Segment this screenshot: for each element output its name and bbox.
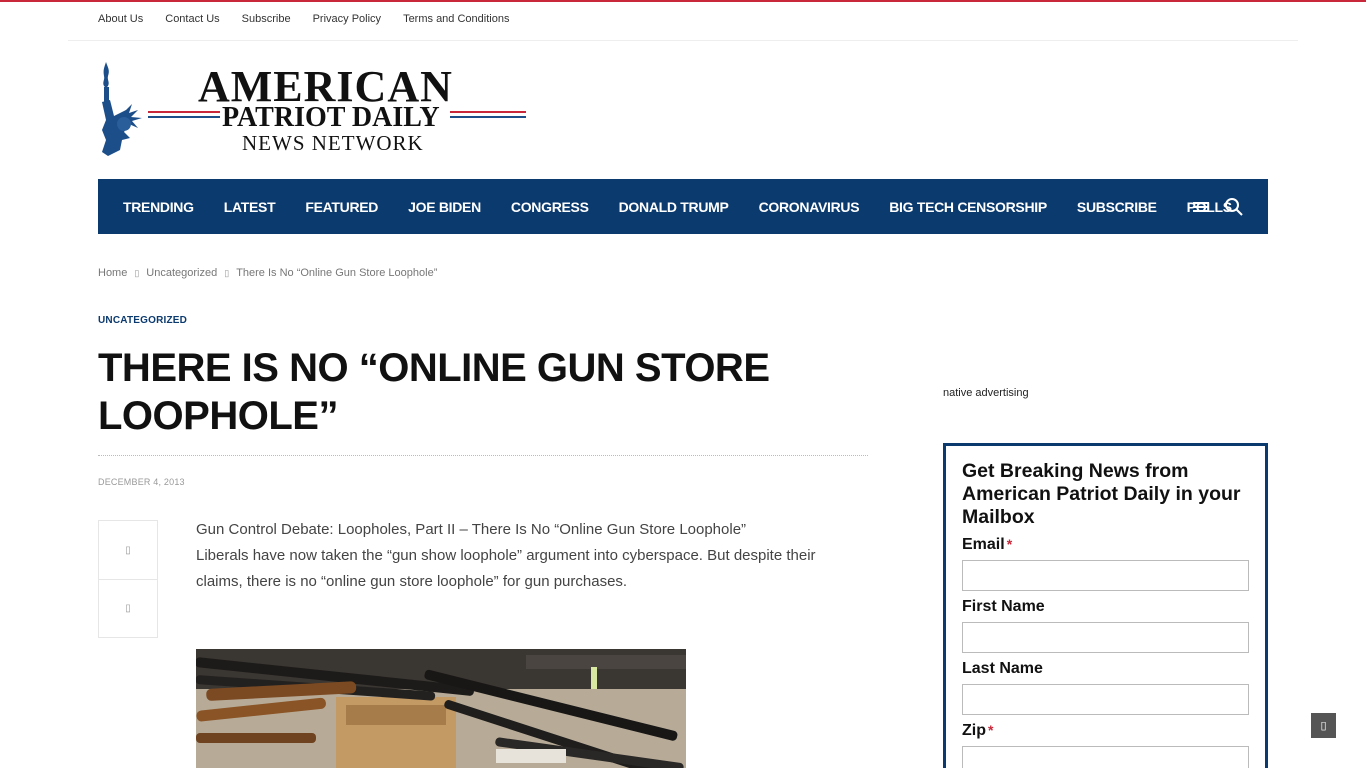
article-line-2: Liberals have now taken the “gun show lo… <box>196 547 816 590</box>
breadcrumb: Home ▯ Uncategorized ▯ There Is No “Onli… <box>98 267 437 279</box>
breadcrumb-separator-icon: ▯ <box>134 267 140 278</box>
native-advertising-label: native advertising <box>943 387 1029 399</box>
email-field[interactable] <box>962 560 1249 591</box>
required-mark: * <box>1006 536 1013 552</box>
article-date: DECEMBER 4, 2013 <box>98 477 185 487</box>
article-title: THERE IS NO “ONLINE GUN STORE LOOPHOLE” <box>98 346 770 438</box>
scroll-to-top-button[interactable]: ▯ <box>1311 713 1336 738</box>
nav-item-latest[interactable]: LATEST <box>224 199 276 215</box>
zip-field[interactable] <box>962 746 1249 768</box>
nav-item-coronavirus[interactable]: CORONAVIRUS <box>759 199 860 215</box>
share-button-2[interactable]: ▯ <box>99 579 157 637</box>
article-body: Gun Control Debate: Loopholes, Part II –… <box>196 517 856 595</box>
zip-label: Zip * <box>962 722 1265 740</box>
newsletter-signup-form: Get Breaking News from American Patriot … <box>943 443 1268 768</box>
breadcrumb-category[interactable]: Uncategorized <box>146 267 217 279</box>
share-button-1[interactable]: ▯ <box>99 521 157 579</box>
first-name-label: First Name <box>962 598 1045 615</box>
top-link-privacy[interactable]: Privacy Policy <box>313 13 381 25</box>
logo-stripe-red-right <box>450 111 526 113</box>
top-link-subscribe[interactable]: Subscribe <box>242 13 291 25</box>
required-mark: * <box>988 722 994 738</box>
article-line-1: Gun Control Debate: Loopholes, Part II –… <box>196 521 747 538</box>
main-nav-items: TRENDING LATEST FEATURED JOE BIDEN CONGR… <box>123 179 1262 234</box>
email-label-text: Email <box>962 536 1005 553</box>
article-category[interactable]: UNCATEGORIZED <box>98 315 187 326</box>
site-logo[interactable]: AMERICAN PATRIOT DAILY NEWS NETWORK <box>98 60 528 160</box>
top-link-about[interactable]: About Us <box>98 13 143 25</box>
nav-item-subscribe[interactable]: SUBSCRIBE <box>1077 199 1157 215</box>
email-label: Email * <box>962 536 1265 554</box>
logo-line-2: PATRIOT DAILY <box>222 102 440 133</box>
breadcrumb-home[interactable]: Home <box>98 267 127 279</box>
signup-heading: Get Breaking News from American Patriot … <box>962 460 1241 528</box>
share-buttons: ▯ ▯ <box>98 520 158 638</box>
nav-item-big-tech-censorship[interactable]: BIG TECH CENSORSHIP <box>889 199 1047 215</box>
hamburger-icon[interactable] <box>1190 196 1212 218</box>
last-name-label: Last Name <box>962 660 1043 677</box>
nav-item-donald-trump[interactable]: DONALD TRUMP <box>619 199 729 215</box>
first-name-field[interactable] <box>962 622 1249 653</box>
top-link-terms[interactable]: Terms and Conditions <box>403 13 509 25</box>
main-nav: TRENDING LATEST FEATURED JOE BIDEN CONGR… <box>98 179 1268 234</box>
breadcrumb-separator-icon: ▯ <box>224 267 230 278</box>
logo-line-3: NEWS NETWORK <box>242 131 424 155</box>
search-icon[interactable] <box>1223 196 1245 218</box>
breadcrumb-current: There Is No “Online Gun Store Loophole” <box>236 267 438 279</box>
last-name-field[interactable] <box>962 684 1249 715</box>
logo-stripe-red-left <box>148 111 220 113</box>
zip-label-text: Zip <box>962 722 986 739</box>
top-links: About Us Contact Us Subscribe Privacy Po… <box>98 13 531 25</box>
logo-stripe-blue-right <box>450 116 526 118</box>
top-bar: About Us Contact Us Subscribe Privacy Po… <box>68 2 1298 41</box>
article-image <box>196 649 686 768</box>
nav-item-featured[interactable]: FEATURED <box>305 199 378 215</box>
nav-item-congress[interactable]: CONGRESS <box>511 199 589 215</box>
nav-item-trending[interactable]: TRENDING <box>123 199 194 215</box>
logo-stripe-blue-left <box>148 116 220 118</box>
top-link-contact[interactable]: Contact Us <box>165 13 219 25</box>
statue-of-liberty-icon <box>102 62 142 156</box>
title-divider <box>98 455 868 456</box>
nav-item-joe-biden[interactable]: JOE BIDEN <box>408 199 481 215</box>
